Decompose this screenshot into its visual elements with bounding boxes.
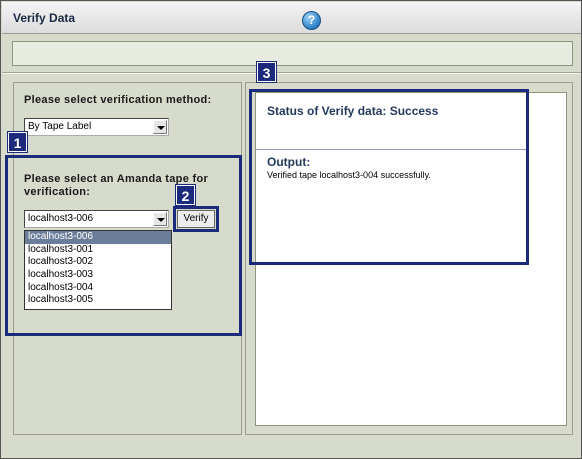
title-bar: Verify Data ?	[2, 2, 581, 34]
chevron-down-icon[interactable]	[153, 120, 167, 134]
callout-box-3	[249, 89, 529, 265]
message-bar	[12, 41, 573, 66]
callout-number-1: 1	[7, 131, 28, 153]
method-select[interactable]: By Tape Label	[24, 118, 169, 136]
method-label: Please select verification method:	[24, 94, 212, 106]
verify-data-window: Verify Data ? Please select verification…	[0, 0, 582, 459]
callout-number-3: 3	[256, 61, 277, 83]
callout-box-1	[5, 155, 242, 336]
help-icon[interactable]: ?	[302, 11, 321, 30]
window-title: Verify Data	[13, 11, 76, 25]
divider	[2, 72, 581, 74]
method-select-value: By Tape Label	[28, 121, 92, 132]
callout-box-2	[173, 206, 219, 232]
callout-number-2: 2	[175, 184, 196, 206]
